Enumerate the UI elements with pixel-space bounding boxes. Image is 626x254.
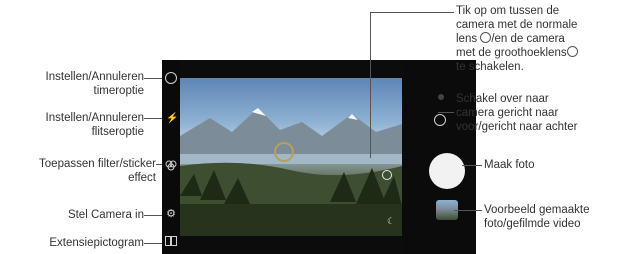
focus-ring[interactable] (274, 142, 294, 162)
leader-preview (454, 210, 482, 211)
leader-front-rear (438, 112, 454, 113)
leader-lens-horizontal (370, 12, 454, 13)
leader-shutter (462, 165, 482, 166)
label-shutter: Maak foto (484, 159, 535, 171)
filter-icon[interactable] (165, 159, 177, 171)
label-filter: Toepassen filter/sticker effect (39, 158, 156, 184)
label-settings: Stel Camera in (67, 209, 144, 221)
label-preview: Voorbeeld gemaakte foto/gefilmde video (484, 204, 590, 230)
timer-icon[interactable] (165, 72, 177, 84)
wide-lens-icon (566, 46, 578, 57)
label-flash: Instellen/Annuleren flitseroptie (45, 112, 144, 138)
switch-camera-icon[interactable] (434, 114, 446, 126)
leader-lens-vertical (370, 12, 371, 158)
right-toolbar (402, 60, 476, 254)
camera-screen: ⚡ ⚙ ☾ (162, 60, 476, 254)
gear-icon[interactable]: ⚙ (165, 207, 177, 220)
label-front-rear: Schakel over naar camera gericht naar vo… (456, 93, 578, 133)
status-dot (438, 94, 444, 100)
flash-off-icon[interactable]: ⚡ (166, 113, 178, 124)
label-extension: Extensiepictogram (49, 237, 144, 249)
left-toolbar: ⚡ ⚙ (162, 60, 180, 254)
label-timer: Instellen/Annuleren timeroptie (45, 71, 144, 97)
extension-icon[interactable] (165, 236, 177, 246)
normal-lens-icon (480, 32, 492, 43)
normal-lens-icon[interactable] (382, 170, 392, 180)
camera-preview: ☾ (180, 78, 402, 236)
label-lens-switch: Tik op om tussen de camera met de normal… (456, 5, 578, 73)
shutter-button[interactable] (429, 153, 465, 189)
moon-icon: ☾ (386, 216, 396, 226)
